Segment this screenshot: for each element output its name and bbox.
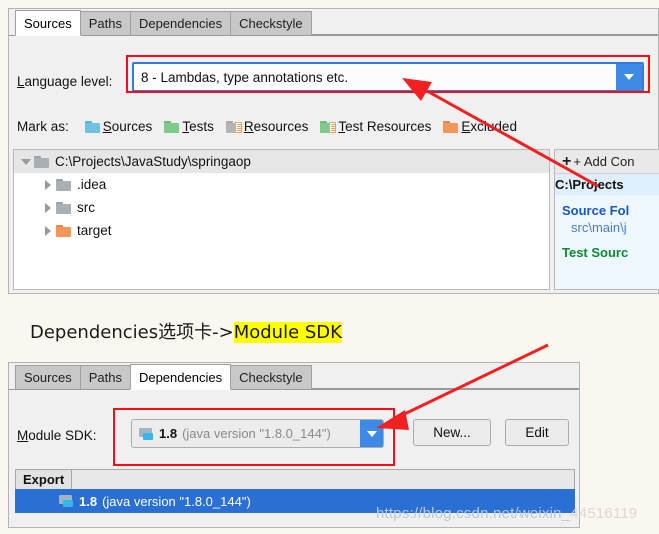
mark-as-excluded-label: Excluded xyxy=(461,119,517,134)
module-sdk-detail: (java version "1.8.0_144") xyxy=(182,426,331,441)
chevron-down-icon[interactable] xyxy=(616,64,642,90)
module-sdk-label-text: odule SDK: xyxy=(28,428,97,443)
mark-as-tests-label-rest: ests xyxy=(189,119,214,134)
mark-as-label: Mark as: xyxy=(17,119,69,134)
dependencies-panel-tabstrip: Sources Paths Dependencies Checkstyle xyxy=(9,363,579,390)
tree-row-src[interactable]: src xyxy=(14,196,549,219)
tree-row-label: target xyxy=(77,223,112,238)
tree-row-idea[interactable]: .idea xyxy=(14,173,549,196)
tabstrip-filler xyxy=(310,12,658,35)
folder-lines-icon xyxy=(320,120,337,133)
mark-as-test-resources-label: Test Resources xyxy=(338,119,432,134)
sources-panel-tabstrip: Sources Paths Dependencies Checkstyle xyxy=(9,9,658,36)
tab-dependencies[interactable]: Dependencies xyxy=(129,11,232,35)
edit-sdk-button[interactable]: Edit xyxy=(505,419,569,446)
folder-lines-icon xyxy=(225,120,242,133)
chevron-right-icon[interactable] xyxy=(40,179,56,190)
watermark-id: 44516119 xyxy=(570,505,638,522)
export-column-header[interactable]: Export xyxy=(15,469,73,490)
tree-row-target[interactable]: target xyxy=(14,219,549,242)
test-source-folders-header: Test Sourc xyxy=(562,245,629,260)
module-sdk-label: Module SDK: xyxy=(17,428,97,443)
java-sdk-icon xyxy=(139,427,154,440)
chevron-right-icon[interactable] xyxy=(40,202,56,213)
java-sdk-icon xyxy=(59,495,74,507)
language-level-value: 8 - Lambdas, type annotations etc. xyxy=(134,64,616,90)
tab-checkstyle-2[interactable]: Checkstyle xyxy=(230,365,312,389)
caption-prefix: Dependencies选项卡-> xyxy=(30,322,234,343)
chevron-down-icon[interactable] xyxy=(360,420,383,447)
mark-as-excluded[interactable]: Excluded xyxy=(443,119,517,134)
mark-as-resources-label-rest: esources xyxy=(253,119,309,134)
mark-as-test-resources[interactable]: Test Resources xyxy=(320,119,431,134)
dependencies-header-filler xyxy=(72,469,575,490)
folder-icon xyxy=(84,120,100,133)
language-level-combobox[interactable]: 8 - Lambdas, type annotations etc. xyxy=(132,62,644,92)
content-root-path: C:\Projects xyxy=(555,174,659,195)
module-sdk-combobox[interactable]: 1.8 (java version "1.8.0_144") xyxy=(131,419,384,448)
mark-as-tests-label: Tests xyxy=(182,119,214,134)
caption-highlight: Module SDK xyxy=(233,322,342,343)
module-settings-dependencies-panel: Sources Paths Dependencies Checkstyle Mo… xyxy=(8,362,580,528)
tree-row-content-root[interactable]: C:\Projects\JavaStudy\springaop xyxy=(14,150,549,173)
source-folder-item[interactable]: src\main\j xyxy=(555,218,659,235)
mark-as-row: Mark as: Sources Tests Resources Test Re… xyxy=(17,119,525,134)
folder-icon xyxy=(164,120,180,133)
chevron-right-icon[interactable] xyxy=(40,225,56,236)
tabstrip-filler-2 xyxy=(310,366,579,389)
dependencies-table-header: Export xyxy=(15,468,575,490)
tab-sources-2[interactable]: Sources xyxy=(15,365,81,389)
dependency-row-version: 1.8 xyxy=(79,493,98,509)
content-root-tree[interactable]: C:\Projects\JavaStudy\springaop .idea sr… xyxy=(13,149,550,290)
tree-row-label: C:\Projects\JavaStudy\springaop xyxy=(55,154,251,169)
tab-checkstyle[interactable]: Checkstyle xyxy=(230,11,312,35)
module-sdk-version: 1.8 xyxy=(159,426,178,441)
tab-paths-2[interactable]: Paths xyxy=(79,365,131,389)
tab-sources[interactable]: Sources xyxy=(15,10,81,36)
tree-row-label: src xyxy=(77,200,95,215)
add-content-root-button[interactable]: + + Add Con xyxy=(555,150,659,174)
mark-as-tests[interactable]: Tests xyxy=(164,119,214,134)
module-sdk-value: 1.8 (java version "1.8.0_144") xyxy=(132,420,360,447)
watermark-url: https://blog.csdn.net/weixin_ xyxy=(376,505,571,522)
content-root-details-panel[interactable]: + + Add Con C:\Projects Source Fol src\m… xyxy=(554,149,659,290)
folder-icon xyxy=(34,155,49,168)
tutorial-caption: Dependencies选项卡->Module SDK xyxy=(30,318,342,344)
dependency-row-detail: (java version "1.8.0_144") xyxy=(102,493,251,509)
folder-icon xyxy=(56,201,71,214)
tree-row-label: .idea xyxy=(77,177,107,192)
mark-as-sources-label: Sources xyxy=(102,119,153,134)
watermark: https://blog.csdn.net/weixin_44516119 xyxy=(376,505,637,522)
tab-dependencies-2[interactable]: Dependencies xyxy=(129,364,232,390)
plus-icon: + xyxy=(562,152,572,170)
folder-icon xyxy=(56,224,71,237)
mark-as-test-resources-label-rest: est Resources xyxy=(345,119,432,134)
folder-icon xyxy=(56,178,71,191)
mark-as-resources-label: Resources xyxy=(243,119,309,134)
mark-as-resources[interactable]: Resources xyxy=(225,119,309,134)
mark-as-excluded-label-rest: xcluded xyxy=(470,119,517,134)
mark-as-sources[interactable]: Sources xyxy=(84,119,153,134)
add-content-root-label: + Add Con xyxy=(573,154,635,169)
language-level-label-text: anguage level: xyxy=(24,74,113,89)
language-level-label: Language level: xyxy=(17,74,113,89)
screenshot-root: Sources Paths Dependencies Checkstyle La… xyxy=(0,0,659,534)
new-sdk-button[interactable]: New... xyxy=(413,419,491,446)
module-settings-sources-panel: Sources Paths Dependencies Checkstyle La… xyxy=(8,8,659,294)
tab-paths[interactable]: Paths xyxy=(79,11,131,35)
source-folders-header: Source Fol xyxy=(562,203,630,218)
mark-as-sources-label-rest: ources xyxy=(111,119,153,134)
folder-icon xyxy=(443,120,459,133)
chevron-down-icon[interactable] xyxy=(18,158,34,165)
